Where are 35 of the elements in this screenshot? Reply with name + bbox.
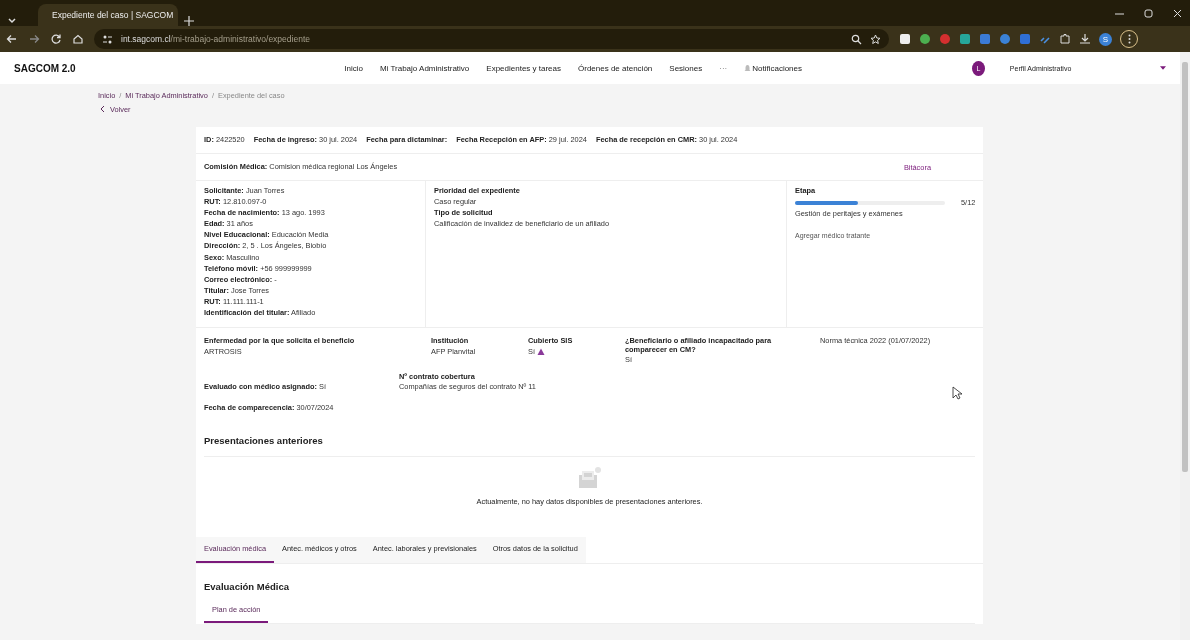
bell-icon <box>744 64 752 72</box>
nav-link[interactable]: Mi Trabajo Administrativo <box>379 63 470 73</box>
star-icon[interactable] <box>870 33 881 45</box>
restore-icon[interactable] <box>1144 8 1153 18</box>
scrollbar-thumb[interactable] <box>1182 62 1188 472</box>
forward-icon[interactable] <box>28 33 40 45</box>
nav-link[interactable]: Expedientes y tareas <box>486 63 561 73</box>
extension-icon[interactable] <box>1059 33 1071 45</box>
new-tab-icon[interactable] <box>184 16 194 26</box>
download-icon[interactable] <box>1079 33 1091 45</box>
close-icon[interactable] <box>1173 8 1182 18</box>
section-title: Evaluación Médica <box>204 580 290 592</box>
nav-link[interactable]: Sesiones <box>669 63 703 73</box>
nav-link[interactable]: Inicio <box>344 63 363 73</box>
mouse-cursor-icon <box>952 386 963 400</box>
address-bar[interactable]: int.sagcom.cl/mi-trabajo-administrativo/expediente <box>94 29 889 49</box>
more-link[interactable]: ··· <box>719 63 728 73</box>
reload-icon[interactable] <box>50 33 62 45</box>
profile-avatar[interactable]: S <box>1099 32 1112 46</box>
extension-icon[interactable] <box>919 33 931 45</box>
app-brand: SAGCOM 2.0 <box>14 62 77 74</box>
extension-icon[interactable] <box>899 33 911 45</box>
url-text: int.sagcom.cl/mi-trabajo-administrativo/expediente <box>121 34 311 44</box>
chevron-left-icon <box>100 105 105 113</box>
nav-link[interactable]: Órdenes de atención <box>578 63 653 73</box>
more-icon <box>1127 34 1131 44</box>
section-title: Presentaciones anteriores <box>204 434 975 457</box>
home-icon[interactable] <box>72 33 84 45</box>
zoom-icon[interactable] <box>851 33 862 45</box>
empty-inbox-icon <box>577 466 602 489</box>
back-icon[interactable] <box>6 33 18 45</box>
site-settings-icon[interactable] <box>102 33 113 45</box>
browser-tab[interactable]: Expediente del caso | SAGCOM <box>38 4 178 26</box>
notifications-link[interactable]: Notificaciones <box>744 63 803 73</box>
caret-icon[interactable] <box>1160 66 1166 70</box>
